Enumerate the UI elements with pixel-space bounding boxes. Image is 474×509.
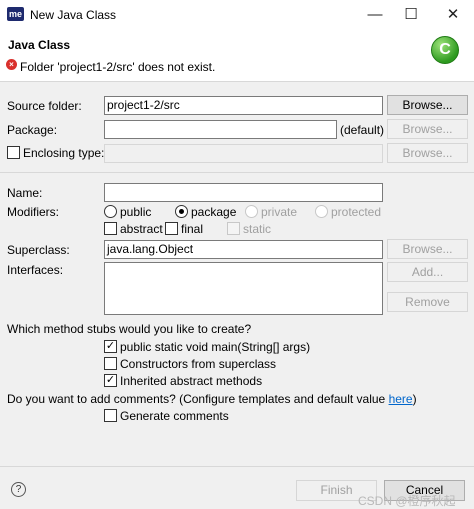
private-radio[interactable] bbox=[245, 205, 258, 218]
stubs-question: Which method stubs would you like to cre… bbox=[7, 322, 252, 336]
minimize-button[interactable]: — bbox=[360, 5, 390, 25]
package-radio[interactable] bbox=[175, 205, 188, 218]
package-input[interactable] bbox=[104, 120, 337, 139]
error-icon: × bbox=[6, 59, 17, 70]
separator bbox=[0, 172, 474, 173]
configure-templates-link[interactable]: here bbox=[389, 392, 413, 406]
page-title: Java Class bbox=[8, 38, 71, 52]
radio-selected-dot bbox=[179, 209, 184, 214]
abstract-label: abstract bbox=[120, 222, 163, 236]
footer-separator bbox=[0, 466, 474, 467]
name-label: Name: bbox=[7, 186, 43, 200]
main-method-checkbox[interactable]: ✓ bbox=[104, 340, 117, 353]
inherited-methods-checkbox[interactable]: ✓ bbox=[104, 374, 117, 387]
name-input[interactable] bbox=[104, 183, 383, 202]
watermark-text: CSDN @橙序秋起791 bbox=[358, 494, 456, 508]
interfaces-remove-button[interactable]: Remove bbox=[387, 292, 468, 312]
enclosing-type-checkbox[interactable] bbox=[7, 146, 20, 159]
protected-label: protected bbox=[331, 205, 382, 219]
main-method-label: public static void main(String[] args) bbox=[120, 340, 311, 354]
final-checkbox[interactable] bbox=[165, 222, 178, 235]
comments-question-text: Do you want to add comments? (Configure … bbox=[7, 392, 389, 406]
generate-comments-label: Generate comments bbox=[120, 409, 229, 423]
static-label: static bbox=[243, 222, 272, 236]
static-checkbox[interactable] bbox=[227, 222, 240, 235]
final-label: final bbox=[181, 222, 204, 236]
superclass-browse-button[interactable]: Browse... bbox=[387, 239, 468, 259]
inherited-methods-label: Inherited abstract methods bbox=[120, 374, 263, 388]
enclosing-type-browse-button[interactable]: Browse... bbox=[387, 143, 468, 163]
superclass-label: Superclass: bbox=[7, 243, 70, 257]
package-default-label: (default) bbox=[340, 123, 385, 137]
new-class-wizard-icon: C bbox=[431, 36, 459, 64]
interfaces-label: Interfaces: bbox=[7, 263, 64, 277]
window-title: New Java Class bbox=[30, 8, 117, 22]
interfaces-add-button[interactable]: Add... bbox=[387, 262, 468, 282]
comments-question-close: ) bbox=[412, 392, 417, 406]
enclosing-type-input[interactable] bbox=[104, 144, 383, 163]
comments-question: Do you want to add comments? (Configure … bbox=[7, 392, 417, 406]
source-folder-label: Source folder: bbox=[7, 99, 82, 113]
abstract-checkbox[interactable] bbox=[104, 222, 117, 235]
help-icon[interactable]: ? bbox=[11, 482, 26, 497]
maximize-button[interactable]: ☐ bbox=[396, 5, 426, 25]
constructors-label: Constructors from superclass bbox=[120, 357, 277, 371]
interfaces-list[interactable] bbox=[104, 262, 383, 315]
modifiers-label: Modifiers: bbox=[7, 205, 60, 219]
constructors-checkbox[interactable] bbox=[104, 357, 117, 370]
protected-radio[interactable] bbox=[315, 205, 328, 218]
error-message: Folder 'project1-2/src' does not exist. bbox=[20, 60, 216, 74]
package-modifier-label: package bbox=[191, 205, 237, 219]
source-folder-input[interactable]: project1-2/src bbox=[104, 96, 383, 115]
generate-comments-checkbox[interactable] bbox=[104, 409, 117, 422]
public-label: public bbox=[120, 205, 152, 219]
source-folder-browse-button[interactable]: Browse... bbox=[387, 95, 468, 115]
superclass-input[interactable]: java.lang.Object bbox=[104, 240, 383, 259]
package-browse-button[interactable]: Browse... bbox=[387, 119, 468, 139]
enclosing-type-label: Enclosing type: bbox=[23, 146, 105, 160]
eclipse-app-icon: me bbox=[7, 7, 24, 21]
wizard-header bbox=[0, 30, 474, 82]
package-label: Package: bbox=[7, 123, 58, 137]
close-button[interactable]: ✕ bbox=[438, 5, 468, 25]
private-label: private bbox=[261, 205, 298, 219]
public-radio[interactable] bbox=[104, 205, 117, 218]
